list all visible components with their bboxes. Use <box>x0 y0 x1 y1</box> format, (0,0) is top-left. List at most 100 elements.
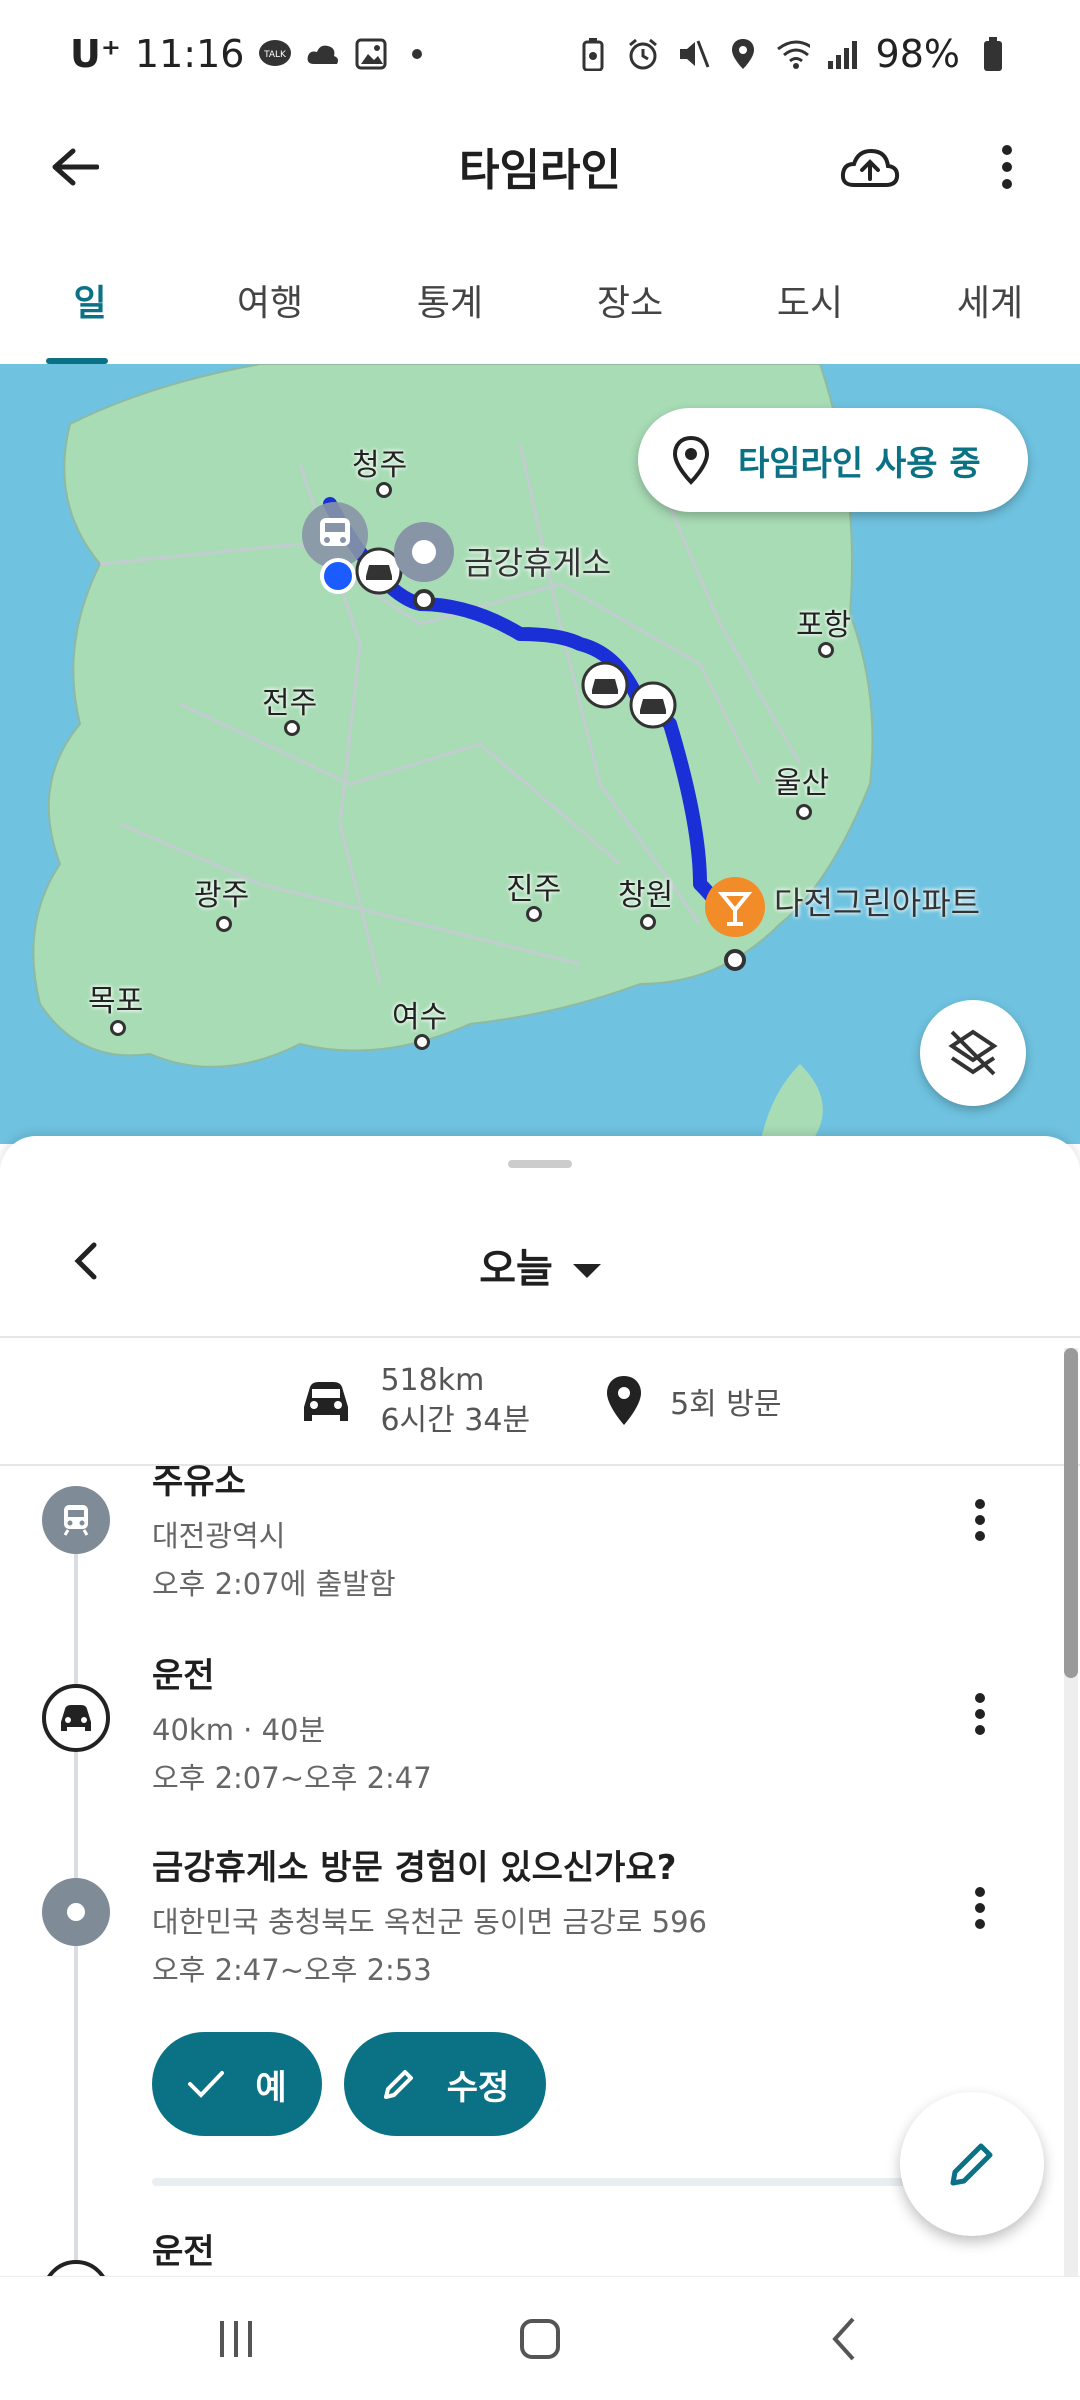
tab-bar: 일 여행 통계 장소 도시 세계 <box>0 244 1080 364</box>
location-pin-icon <box>672 435 710 485</box>
item-time: 오후 2:07~오후 2:47 <box>152 1761 432 1795</box>
car-icon <box>304 1382 349 1421</box>
city-label-changwon: 창원 <box>618 878 674 913</box>
distance-value: 518km <box>380 1363 485 1398</box>
yes-label: 예 <box>255 2067 287 2108</box>
car-marker-icon <box>629 681 677 729</box>
check-icon <box>188 2071 225 2098</box>
item-subtitle: 40km · 40분 <box>152 1713 326 1747</box>
cloud-upload-icon <box>840 148 900 187</box>
edit-button[interactable]: 수정 <box>344 2032 546 2136</box>
caret-down-icon <box>572 1264 601 1278</box>
status-bar: U⁺ 11:16 TALK 98% <box>0 0 1080 108</box>
confirm-yes-button[interactable]: 예 <box>152 2032 322 2136</box>
layers-toggle-button[interactable] <box>920 1000 1026 1106</box>
item-title: 운전 <box>152 2232 215 2272</box>
car-marker-icon <box>581 661 629 709</box>
city-label-yeosu: 여수 <box>392 1000 448 1035</box>
timeline-item-icon <box>42 2260 110 2276</box>
edit-fab[interactable] <box>900 2092 1044 2236</box>
city-dot <box>526 906 542 922</box>
recents-icon <box>220 2321 252 2357</box>
visits-value: 5회 방문 <box>670 1387 782 1422</box>
day-summary: 518km 6시간 34분 5회 방문 <box>0 1338 1080 1464</box>
cloud-upload-button[interactable] <box>830 132 910 202</box>
system-back-button[interactable] <box>804 2307 884 2371</box>
item-time: 오후 2:47~오후 2:53 <box>152 1953 432 1987</box>
svg-text:TALK: TALK <box>264 50 288 60</box>
edit-label: 수정 <box>446 2067 510 2108</box>
timeline-item-icon <box>42 1486 110 1554</box>
signal-icon <box>826 37 860 71</box>
tab-trips[interactable]: 여행 <box>180 244 360 364</box>
battery-saver-icon <box>576 37 610 71</box>
item-more-button[interactable] <box>960 1684 1000 1744</box>
date-dropdown[interactable]: 오늘 <box>0 1236 1080 1294</box>
city-label-cheongju: 청주 <box>352 448 408 483</box>
date-selector: 오늘 <box>0 1196 1080 1326</box>
place-dot-icon <box>67 1903 85 1921</box>
duration-value: 6시간 34분 <box>380 1403 531 1438</box>
page-title: 타임라인 <box>459 145 621 196</box>
more-vert-icon <box>975 1693 985 1735</box>
home-button[interactable] <box>500 2307 580 2371</box>
pencil-icon <box>950 2143 993 2186</box>
timeline-item-icon <box>42 1684 110 1752</box>
item-more-button[interactable] <box>960 1878 1000 1938</box>
recent-apps-button[interactable] <box>196 2307 276 2371</box>
item-subtitle: 대한민국 충청북도 옥천군 동이면 금강로 596 <box>152 1905 708 1939</box>
item-more-button[interactable] <box>960 1490 1000 1550</box>
app-bar: 타임라인 <box>0 108 1080 224</box>
home-icon <box>520 2319 560 2359</box>
destination-bar-pin-icon <box>705 877 765 971</box>
location-pin-icon <box>607 1376 642 1425</box>
item-time: 오후 2:07에 출발함 <box>152 1567 396 1601</box>
item-title: 금강휴게소 방문 경험이 있으신가요? <box>152 1848 677 1888</box>
mute-icon <box>676 37 710 71</box>
carrier-label: U⁺ <box>70 32 121 76</box>
alarm-icon <box>626 37 660 71</box>
city-dot <box>110 1020 126 1036</box>
layers-off-icon <box>948 1029 998 1076</box>
timeline-item-visit[interactable]: 금강휴게소 방문 경험이 있으신가요? 대한민국 충청북도 옥천군 동이면 금강… <box>152 1840 707 1989</box>
tab-world[interactable]: 세계 <box>900 244 1080 364</box>
car-icon <box>61 1705 91 1731</box>
wifi-icon <box>776 37 810 71</box>
more-vert-icon <box>975 1499 985 1541</box>
item-title: 운전 <box>152 1656 215 1696</box>
rest-area-label: 금강휴게소 <box>464 544 612 582</box>
timeline-in-use-chip[interactable]: 타임라인 사용 중 <box>638 408 1028 512</box>
destination-label: 다전그린아파트 <box>774 884 981 922</box>
city-dot <box>414 1034 430 1050</box>
timeline-item-icon <box>42 1878 110 1946</box>
chevron-left-icon <box>832 2317 855 2361</box>
gallery-icon <box>354 37 388 71</box>
tab-day[interactable]: 일 <box>0 244 180 364</box>
city-dot <box>640 914 656 930</box>
talk-icon: TALK <box>258 37 292 71</box>
battery-percent: 98% <box>875 32 960 76</box>
tab-places[interactable]: 장소 <box>540 244 720 364</box>
city-label-jeonju: 전주 <box>262 686 318 721</box>
city-dot <box>796 804 812 820</box>
date-label: 오늘 <box>479 1246 553 1292</box>
tab-stats[interactable]: 통계 <box>360 244 540 364</box>
distance-summary: 518km 6시간 34분 <box>298 1361 530 1441</box>
timeline-item-drive[interactable]: 운전 <box>152 2224 215 2273</box>
timeline-in-use-label: 타임라인 사용 중 <box>738 443 981 484</box>
city-dot <box>216 916 232 932</box>
drag-handle[interactable] <box>508 1160 572 1168</box>
city-dot <box>284 720 300 736</box>
current-location-dot <box>320 558 356 594</box>
rest-area-pin-icon <box>394 522 454 610</box>
more-options-button[interactable] <box>972 132 1042 202</box>
more-vert-icon <box>1002 145 1012 189</box>
timeline-item-drive[interactable]: 운전 40km · 40분 오후 2:07~오후 2:47 <box>152 1648 432 1797</box>
timeline-item-place[interactable]: 주유소 대전광역시 오후 2:07에 출발함 <box>152 1454 396 1603</box>
tab-cities[interactable]: 도시 <box>720 244 900 364</box>
location-icon <box>726 37 760 71</box>
visits-summary: 5회 방문 <box>604 1373 782 1429</box>
pencil-icon <box>383 2070 413 2099</box>
system-nav-bar <box>0 2276 1080 2400</box>
cloud-icon <box>306 37 340 71</box>
